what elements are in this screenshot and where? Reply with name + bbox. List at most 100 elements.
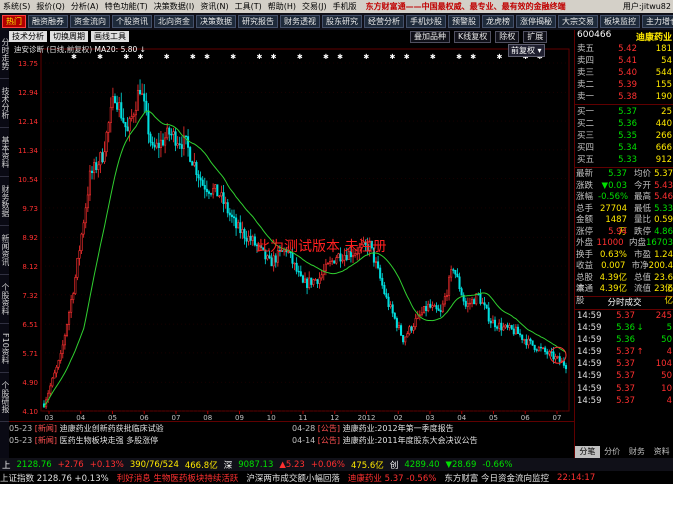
quote-level-row[interactable]: 卖二 5.39 155	[575, 79, 673, 91]
tick-price: 5.37	[616, 383, 635, 394]
menu-item[interactable]: 系统(S)	[0, 1, 33, 12]
menu-item[interactable]: 资讯(N)	[197, 1, 231, 12]
ticker-item[interactable]: 东方财富 今日资金流向监控	[444, 472, 549, 484]
candle-body	[80, 233, 83, 251]
level-price: 5.35	[618, 131, 637, 141]
quote-level-row[interactable]: 卖四 5.41 54	[575, 55, 673, 67]
menu-item[interactable]: 手机版	[330, 1, 360, 12]
ticker-item[interactable]: 22:14:17	[557, 473, 595, 483]
quote-level-row[interactable]: 买四 5.34 666	[575, 142, 673, 154]
quote-tab[interactable]: 资料	[649, 446, 673, 458]
news-item[interactable]: 05-23 [新闻] 医药生物板块走强 多股涨停	[9, 435, 291, 447]
toolbar-button[interactable]: 财务透视	[280, 15, 320, 28]
chart-tool-tab[interactable]: 扩展	[523, 31, 548, 43]
kline-chart-panel[interactable]: 13.75 12.94 12.14 11.34 10.54 9.73 8.92 8.12 7.3…	[9, 43, 574, 421]
index-value: +2.76	[57, 459, 84, 470]
candle-body	[99, 152, 102, 166]
stock-name: 迪康药业	[635, 33, 672, 43]
kline-chart[interactable]: 13.75 12.94 12.14 11.34 10.54 9.73 8.92 8.12 7.3…	[9, 43, 574, 421]
toolbar-button[interactable]: 热门	[2, 15, 26, 28]
menu-item[interactable]: 特色功能(T)	[102, 1, 151, 12]
candle-body	[224, 202, 227, 204]
quote-header: 600466 迪康药业	[575, 30, 673, 43]
bid-levels: 买一 5.37 25 买二 5.36 440 买三 5.35 266 买四 5.34 666 买五 5.3…	[575, 106, 673, 166]
news-title[interactable]: 迪康药业:2012年第一季度报告	[343, 424, 454, 433]
ticker-item[interactable]: 迪康药业 5.37 -0.56%	[348, 472, 436, 484]
toolbar-button[interactable]: 手机炒股	[406, 15, 446, 28]
quote-level-row[interactable]: 卖一 5.38 190	[575, 91, 673, 103]
toolbar-button[interactable]: 主力增仓	[642, 15, 673, 28]
tick-list[interactable]: 14:59 5.37 245 14:59 5.36 ↓ 5 14:59 5.36 50 14:59 5…	[575, 310, 673, 408]
news-item[interactable]: 05-23 [新闻] 迪康药业创新药获批临床试验	[9, 423, 291, 435]
toolbar-button[interactable]: 决策数据	[196, 15, 236, 28]
left-side-rail: 分时走势 技术分析 基本资料 财务数据 新闻资讯 个股资料 F10资料 个股研报	[0, 30, 11, 458]
level-price: 5.34	[618, 143, 637, 153]
candle-body	[303, 278, 307, 283]
toolbar-button[interactable]: 大宗交易	[558, 15, 598, 28]
candle-body	[59, 353, 62, 361]
toolbar-button[interactable]: 板块监控	[600, 15, 640, 28]
candle-body	[512, 328, 515, 335]
toolbar-button[interactable]: 研究报告	[238, 15, 278, 28]
tick-row: 14:59 5.37 4	[575, 395, 673, 407]
candle-body	[387, 296, 390, 307]
toolbar-button[interactable]: 预警股	[448, 15, 480, 28]
toolbar-button[interactable]: 经营分析	[364, 15, 404, 28]
quote-level-row[interactable]: 买二 5.36 440	[575, 118, 673, 130]
news-item[interactable]: 04-14 [公告] 迪康药业:2011年度股东大会决议公告	[292, 435, 574, 447]
chart-tab[interactable]: 切换周期	[50, 31, 88, 42]
menu-item[interactable]: 交易(J)	[299, 1, 330, 12]
toolbar-button[interactable]: 资金流向	[70, 15, 110, 28]
tick-price: 5.36	[616, 322, 635, 333]
quote-tab[interactable]: 分笔	[575, 446, 600, 458]
news-title[interactable]: 迪康药业创新药获批临床试验	[60, 424, 164, 433]
chart-tool-tab[interactable]: 除权	[495, 31, 520, 43]
menu-item[interactable]: 分析(A)	[68, 1, 102, 12]
candle-body	[232, 216, 236, 219]
toolbar-button[interactable]: 融资融券	[28, 15, 68, 28]
candle-body	[502, 326, 505, 331]
chart-tab[interactable]: 技术分析	[9, 31, 47, 42]
news-title[interactable]: 医药生物板块走强 多股涨停	[60, 436, 159, 445]
level-label: 卖四	[577, 56, 595, 66]
candle-body	[471, 299, 474, 304]
chart-tab[interactable]: 画线工具	[91, 31, 129, 42]
quote-level-row[interactable]: 买五 5.33 912	[575, 154, 673, 166]
ticker-item[interactable]: 沪深两市成交额小幅回落	[246, 472, 340, 484]
toolbar-button[interactable]: 龙虎榜	[482, 15, 514, 28]
candle-body	[103, 151, 106, 163]
menu-item[interactable]: 决策数据(I)	[151, 1, 198, 12]
news-item[interactable]: 04-28 [公告] 迪康药业:2012年第一季度报告	[292, 423, 574, 435]
quote-level-row[interactable]: 买三 5.35 266	[575, 130, 673, 142]
tick-arrow	[635, 395, 645, 407]
toolbar-button[interactable]: 个股资讯	[112, 15, 152, 28]
quote-tab[interactable]: 分价	[600, 446, 625, 458]
tick-volume: 104	[655, 359, 672, 370]
ticker-item[interactable]: 上证指数 2128.76 +0.13%	[0, 472, 109, 484]
chart-tool-tab[interactable]: K线复权	[454, 31, 492, 43]
ad-banner[interactable]: 东方财富通——中国最权威、最专业、最有效的金融终端	[366, 1, 566, 12]
quote-tab[interactable]: 财务	[625, 446, 650, 458]
candle-body	[180, 144, 183, 149]
toolbar-button[interactable]: 股东研究	[322, 15, 362, 28]
ticker-item[interactable]: 利好消息 生物医药板块持续活跃	[117, 472, 239, 484]
toolbar-button[interactable]: 北向资金	[154, 15, 194, 28]
chart-tool-tab[interactable]: 叠加品种	[410, 31, 450, 43]
news-title[interactable]: 迪康药业:2011年度股东大会决议公告	[343, 436, 478, 445]
menu-item[interactable]: 报价(Q)	[33, 1, 68, 12]
candle-body	[479, 293, 482, 304]
candle-body	[535, 349, 538, 351]
x-tick-label: 04	[76, 414, 85, 421]
x-tick-label: 06	[521, 414, 530, 421]
adjust-select[interactable]: 前复权 ▾	[508, 44, 545, 57]
quote-level-row[interactable]: 卖五 5.42 181	[575, 43, 673, 55]
toolbar-button[interactable]: 涨停揭秘	[516, 15, 556, 28]
user-label: 用户:jitwu82	[622, 2, 671, 11]
quote-level-row[interactable]: 卖三 5.40 544	[575, 67, 673, 79]
candle-body	[230, 214, 233, 218]
menu-item[interactable]: 帮助(H)	[265, 1, 299, 12]
menu-item[interactable]: 工具(T)	[232, 1, 265, 12]
level-volume: 666	[655, 143, 672, 153]
quote-level-row[interactable]: 买一 5.37 25	[575, 106, 673, 118]
candle-body	[74, 277, 77, 294]
